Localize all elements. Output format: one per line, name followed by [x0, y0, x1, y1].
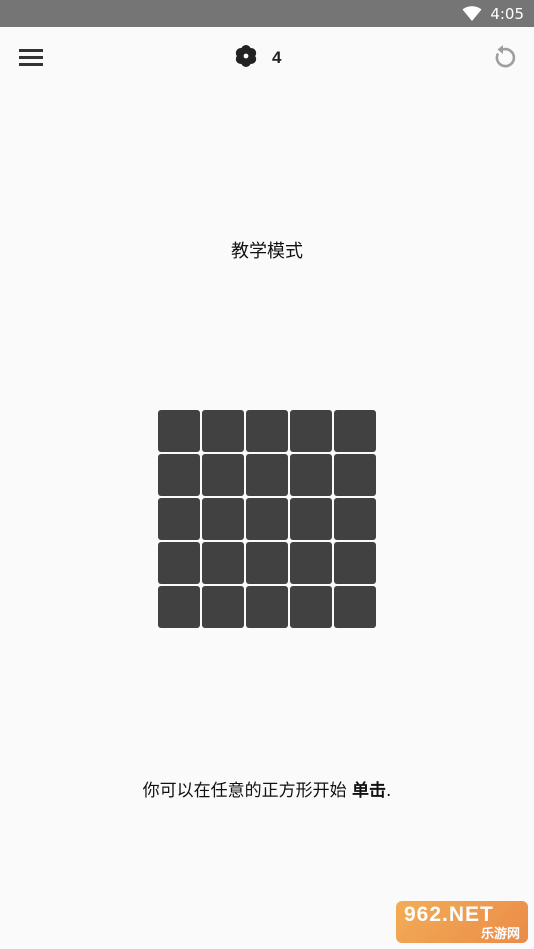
- page-title: 教学模式: [231, 241, 303, 262]
- grid-cell[interactable]: [290, 454, 332, 496]
- grid-cell[interactable]: [202, 542, 244, 584]
- grid-cell[interactable]: [158, 454, 200, 496]
- instruction-text: 你可以在任意的正方形开始 单击.: [0, 776, 534, 801]
- grid-cell[interactable]: [290, 542, 332, 584]
- instruction-bold: 单击: [352, 781, 386, 801]
- grid-cell[interactable]: [158, 542, 200, 584]
- site-watermark-logo: 962.NET 乐游网: [396, 901, 528, 943]
- grid-cell[interactable]: [202, 410, 244, 452]
- grid-cell[interactable]: [334, 542, 376, 584]
- grid-cell[interactable]: [290, 410, 332, 452]
- reset-icon[interactable]: [490, 45, 516, 71]
- hamburger-menu-icon[interactable]: [19, 47, 44, 67]
- grid-cell[interactable]: [202, 586, 244, 628]
- grid-cell[interactable]: [202, 454, 244, 496]
- watermark-sub-text: 乐游网: [480, 926, 520, 941]
- hint-count: 4: [272, 48, 282, 67]
- grid-cell[interactable]: [334, 498, 376, 540]
- grid-cell[interactable]: [246, 542, 288, 584]
- puzzle-grid: [158, 410, 376, 628]
- grid-cell[interactable]: [246, 410, 288, 452]
- grid-cell[interactable]: [334, 410, 376, 452]
- grid-cell[interactable]: [334, 454, 376, 496]
- grid-cell[interactable]: [290, 586, 332, 628]
- app-bar: 4: [0, 27, 534, 89]
- status-time: 4:05: [490, 4, 524, 23]
- status-indicators: 4:05: [462, 0, 524, 27]
- grid-cell[interactable]: [202, 498, 244, 540]
- grid-cell[interactable]: [246, 586, 288, 628]
- grid-cell[interactable]: [158, 410, 200, 452]
- status-bar: 4:05: [0, 0, 534, 27]
- grid-cell[interactable]: [246, 454, 288, 496]
- hint-flower-icon: [234, 44, 258, 72]
- grid-cell[interactable]: [334, 586, 376, 628]
- grid-cell[interactable]: [158, 586, 200, 628]
- hint-counter[interactable]: 4: [234, 45, 281, 71]
- grid-cell[interactable]: [290, 498, 332, 540]
- grid-cell[interactable]: [246, 498, 288, 540]
- instruction-main: 你可以在任意的正方形开始: [142, 781, 352, 801]
- grid-cell[interactable]: [158, 498, 200, 540]
- wifi-icon: [462, 5, 482, 22]
- instruction-suffix: .: [386, 781, 392, 801]
